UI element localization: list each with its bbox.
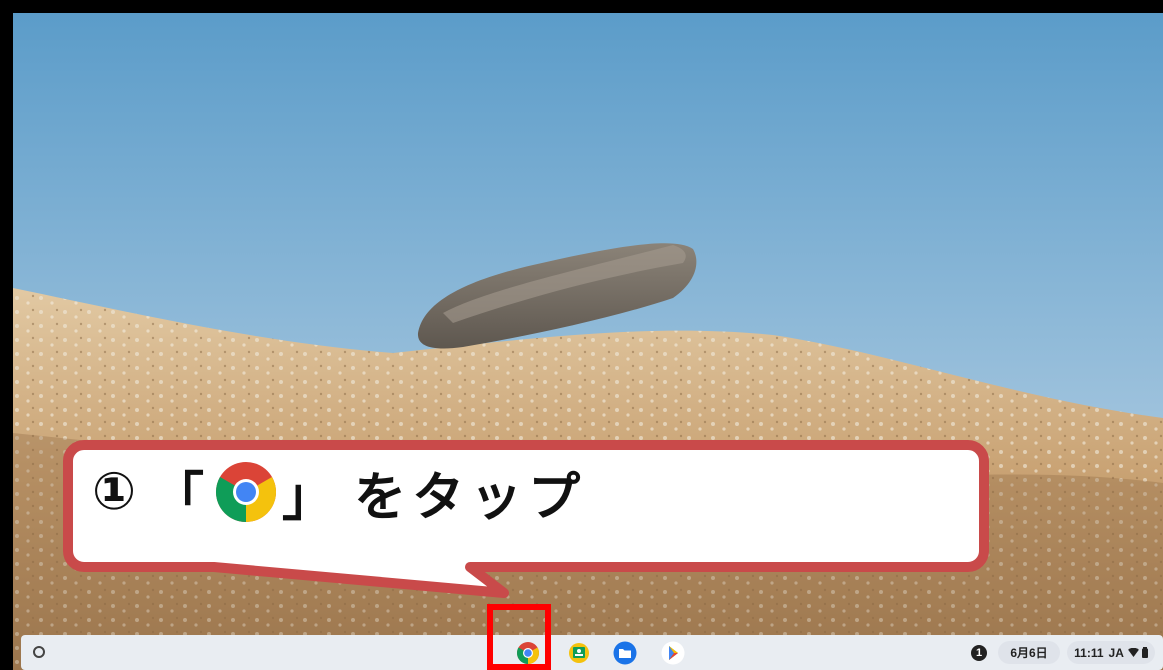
date-label: 6月6日	[1010, 646, 1048, 660]
chrome-icon	[214, 460, 278, 524]
shelf: 1 6月6日 11:11 JA	[21, 635, 1163, 670]
action-text: をタップ	[354, 467, 587, 528]
step-number: ①	[92, 462, 143, 522]
date-tray[interactable]: 6月6日	[998, 641, 1060, 664]
close-bracket: 」	[282, 467, 341, 528]
chrome-highlight-box	[487, 604, 551, 670]
open-bracket: 「	[152, 467, 211, 528]
classroom-icon[interactable]	[567, 641, 591, 665]
screenshot-frame: 1 6月6日 11:11 JA ① 「 」 をタップ	[0, 0, 1163, 670]
wifi-icon	[1127, 648, 1139, 657]
notification-indicator[interactable]: 1	[966, 641, 992, 664]
chromeos-desktop: 1 6月6日 11:11 JA	[13, 13, 1163, 670]
locale-label: JA	[1108, 645, 1124, 660]
status-tray[interactable]: 11:11 JA	[1067, 641, 1155, 664]
battery-icon	[1141, 647, 1148, 658]
time-label: 11:11	[1074, 645, 1104, 660]
wallpaper	[13, 13, 1163, 670]
instruction-text: ① 「 」 をタップ	[92, 457, 587, 528]
launcher-button[interactable]	[33, 646, 45, 658]
notification-count: 1	[971, 644, 987, 661]
play-store-icon[interactable]	[661, 641, 685, 665]
files-icon[interactable]	[613, 641, 637, 665]
